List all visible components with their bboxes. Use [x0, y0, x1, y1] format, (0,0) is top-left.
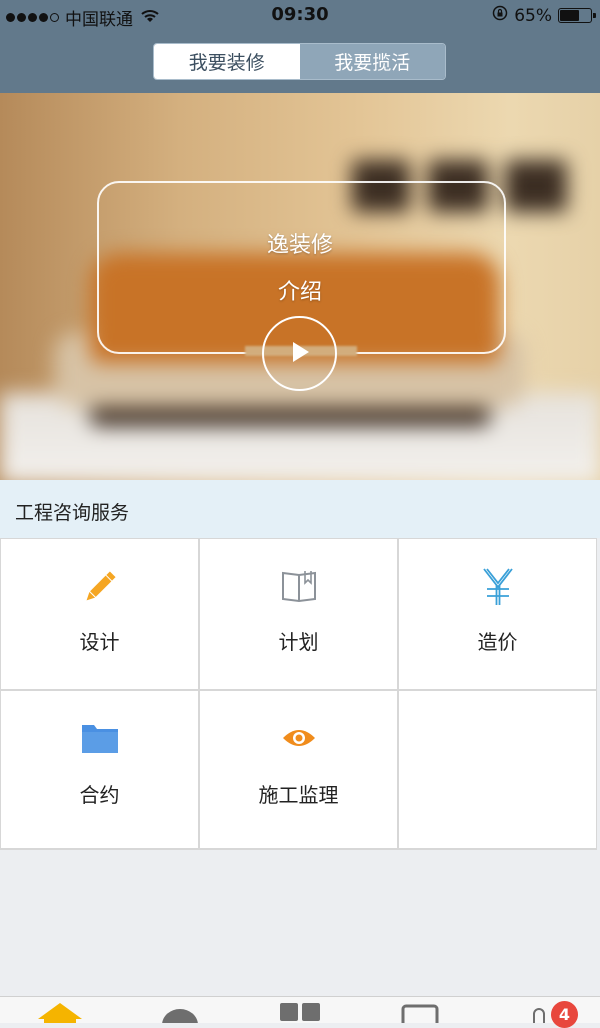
tablet-icon[interactable]: [400, 1003, 440, 1023]
user-icon[interactable]: [530, 1007, 550, 1023]
battery-fill: [560, 10, 579, 21]
service-label: 造价: [477, 630, 518, 654]
status-right: 65%: [492, 5, 596, 26]
hero-banner[interactable]: 逸装修 介绍: [0, 93, 600, 480]
folder-icon: [1, 722, 198, 754]
service-cost[interactable]: 造价: [399, 539, 596, 689]
header: 中国联通 09:30 65% 我要装修 我要揽活: [0, 0, 600, 93]
play-button[interactable]: [262, 316, 337, 391]
notification-badge: 4: [551, 1001, 578, 1028]
home-icon[interactable]: [38, 1003, 82, 1023]
section-header: 工程咨询服务: [0, 480, 600, 538]
eye-icon: [200, 727, 397, 749]
hero-title: 逸装修: [266, 233, 333, 258]
service-contract[interactable]: 合约: [1, 691, 198, 848]
play-icon: [289, 340, 311, 368]
section-title: 工程咨询服务: [15, 502, 130, 524]
book-icon: [200, 569, 397, 603]
battery-tip: [593, 13, 596, 18]
tab-bar: [0, 996, 600, 1023]
yen-icon: [399, 567, 596, 607]
service-design[interactable]: 设计: [1, 539, 198, 689]
service-plan[interactable]: 计划: [200, 539, 397, 689]
service-label: 计划: [278, 630, 319, 654]
segment-find-work[interactable]: 我要揽活: [299, 44, 445, 79]
status-bar: 中国联通 09:30 65%: [0, 0, 600, 30]
service-grid: 设计 计划 造价 合约 施工监理: [0, 538, 597, 850]
service-empty: [399, 691, 596, 848]
pencil-icon: [1, 567, 198, 607]
grid-icon[interactable]: [278, 1001, 322, 1023]
service-label: 施工监理: [258, 783, 339, 807]
chat-icon[interactable]: [160, 1007, 200, 1023]
service-supervision[interactable]: 施工监理: [200, 691, 397, 848]
segment-renovate[interactable]: 我要装修: [154, 44, 300, 79]
mode-segmented-control: 我要装修 我要揽活: [153, 43, 446, 80]
wall-frame: [505, 160, 567, 212]
battery-icon: [558, 8, 596, 23]
service-label: 设计: [79, 630, 120, 654]
hero-subtitle: 介绍: [277, 280, 322, 305]
battery-percent: 65%: [514, 5, 552, 26]
service-label: 合约: [79, 783, 120, 807]
rotation-lock-icon: [492, 5, 508, 26]
